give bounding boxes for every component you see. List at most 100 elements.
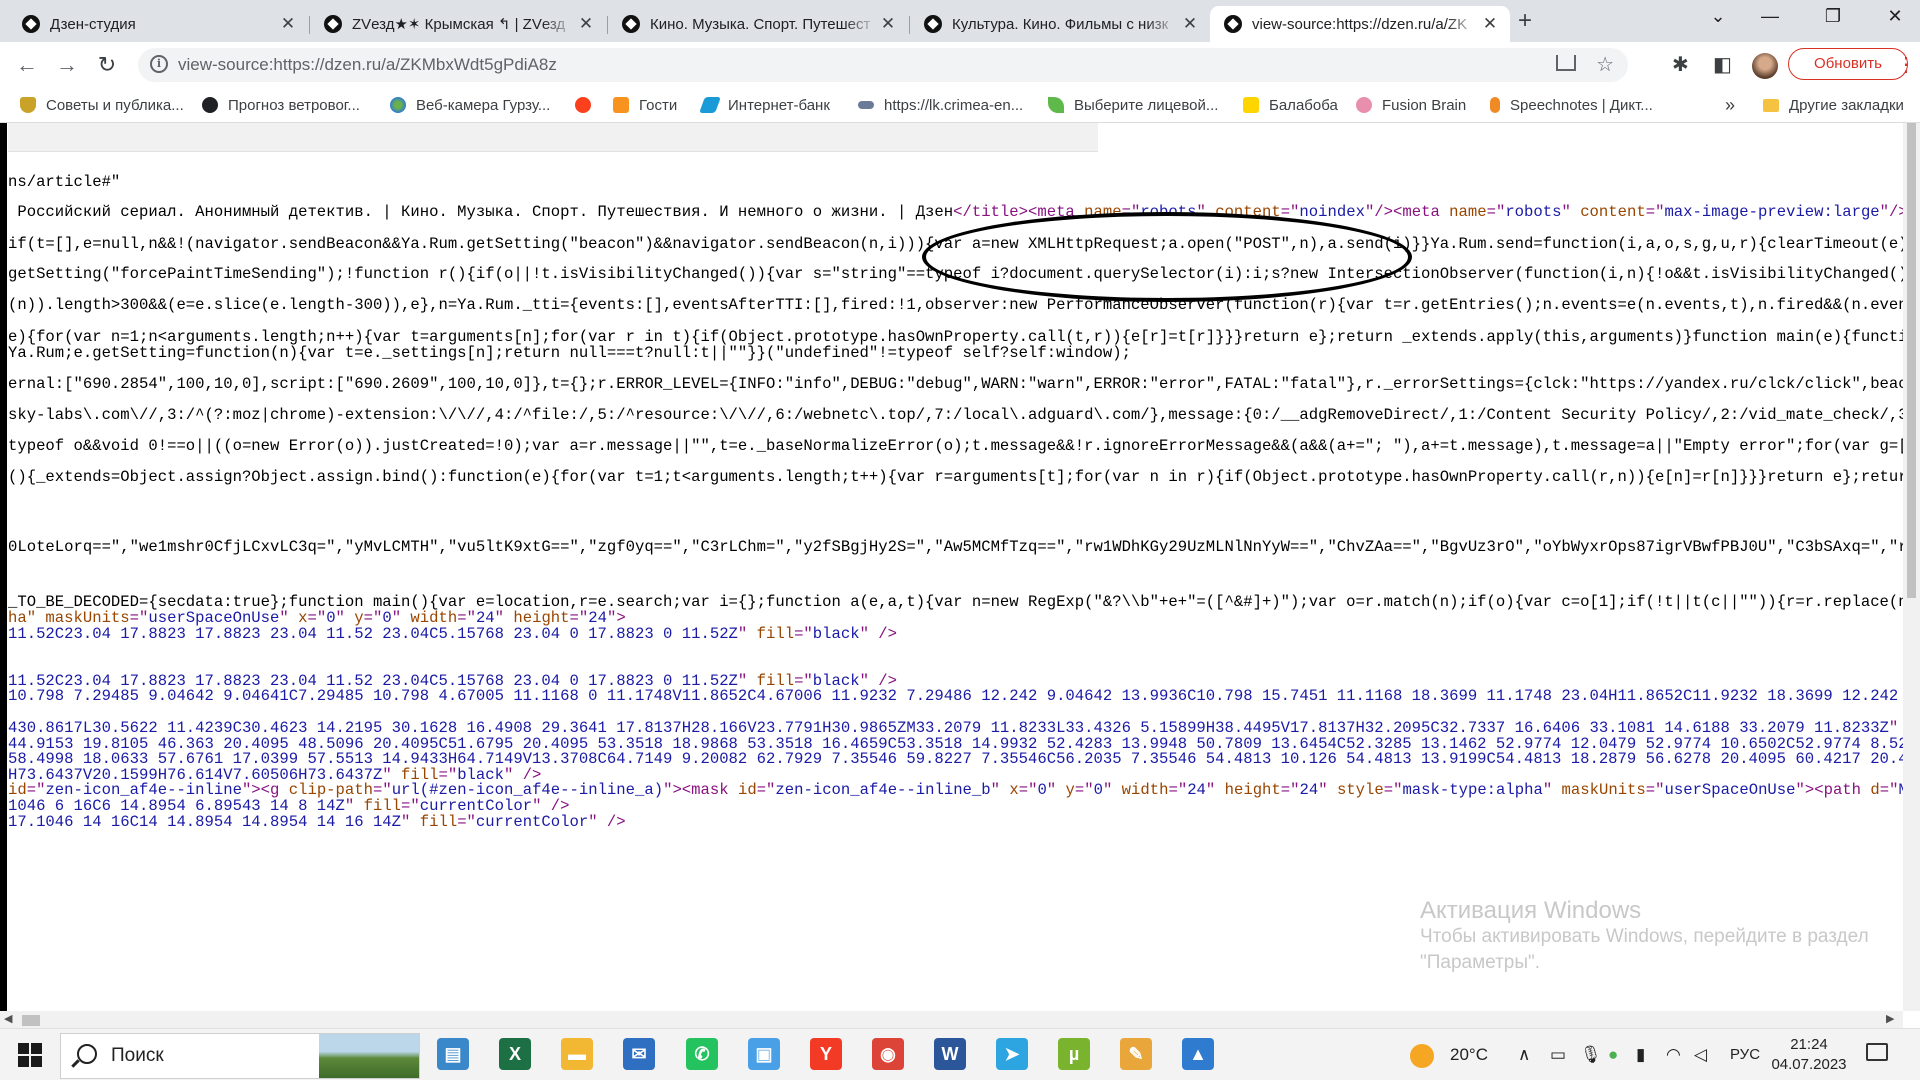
scroll-right-arrow-icon[interactable]: ▶ (1886, 1011, 1894, 1028)
wifi-icon[interactable]: ◠ (1666, 1029, 1681, 1080)
source-token: black (812, 625, 860, 643)
bookmark-webcam[interactable]: Веб-камера Гурзу... (390, 88, 550, 122)
vertical-scrollbar-thumb[interactable] (1907, 123, 1916, 598)
tab-kultura-kino[interactable]: Культура. Кино. Фильмы с низк ✕ (910, 6, 1210, 42)
taskbar: Поиск ▤ X ▬ ✉ ✆ ▣ Y ◉ W ➤ µ ✎ ▲ 20°C ∧ ▭ 🎙 ● ▮ ◠ ◁ Р… (0, 1028, 1920, 1080)
language-indicator[interactable]: РУС (1730, 1029, 1760, 1080)
close-icon[interactable]: ✕ (576, 14, 596, 34)
scroll-left-arrow-icon[interactable]: ◀ (4, 1011, 12, 1028)
source-token: 0 (1037, 781, 1047, 799)
browser-menu-icon[interactable]: ⋮ (1896, 52, 1916, 77)
bookmark-lk-crimea[interactable]: https://lk.crimea-en... (858, 88, 1023, 122)
annotation-ellipse (922, 212, 1412, 302)
source-line: 11.52C23.04 17.8823 17.8823 23.04 11.52 … (8, 625, 897, 643)
close-icon[interactable]: ✕ (278, 14, 298, 34)
compass-icon (202, 97, 218, 113)
tab-kino-muzyka[interactable]: Кино. Музыка. Спорт. Путешест ✕ (608, 6, 908, 42)
app-glyph: ▣ (755, 1044, 773, 1064)
telegram-icon[interactable]: ➤ (996, 1038, 1028, 1070)
volume-icon[interactable]: ◁ (1694, 1029, 1707, 1080)
bookmark-yandex[interactable] (575, 88, 601, 122)
tray-app-icon[interactable]: ● (1608, 1029, 1618, 1080)
bookmark-label: Балабоба (1269, 96, 1338, 114)
microphone-icon (1490, 97, 1500, 113)
back-button[interactable]: ← (12, 50, 42, 80)
file-explorer-icon[interactable]: ▤ (437, 1038, 469, 1070)
maximize-button[interactable]: ❐ (1813, 6, 1853, 27)
photos-icon[interactable]: ▲ (1182, 1038, 1214, 1070)
remote-desktop-icon[interactable]: ▣ (748, 1038, 780, 1070)
yandex-icon (575, 97, 591, 113)
bookmark-balaboba[interactable]: Балабоба (1243, 88, 1338, 122)
tab-search-chevron-icon[interactable]: ⌄ (1698, 6, 1738, 27)
chrome-icon[interactable]: ◉ (872, 1038, 904, 1070)
windows-start-icon[interactable] (18, 1043, 42, 1067)
folder-icon[interactable]: ▬ (561, 1038, 593, 1070)
horizontal-scrollbar[interactable]: ◀ ▶ (0, 1011, 1903, 1028)
app-glyph: ➤ (1004, 1044, 1020, 1064)
yandex-browser-icon[interactable]: Y (810, 1038, 842, 1070)
link-icon (858, 101, 874, 109)
source-token: ernal:["690.2854",100,10,0],script:["690… (8, 375, 1903, 393)
bookmark-star-icon[interactable]: ☆ (1596, 48, 1614, 82)
close-icon[interactable]: ✕ (878, 14, 898, 34)
notifications-icon[interactable] (1866, 1043, 1888, 1061)
new-tab-button[interactable]: + (1518, 6, 1532, 36)
vertical-scrollbar[interactable] (1903, 123, 1920, 1011)
weather-temperature[interactable]: 20°C (1450, 1029, 1488, 1080)
close-icon[interactable]: ✕ (1480, 14, 1500, 34)
other-bookmarks-folder[interactable]: Другие закладки (1763, 88, 1904, 122)
bookmark-label: Выберите лицевой... (1074, 96, 1219, 114)
close-icon[interactable]: ✕ (1180, 14, 1200, 34)
bookmark-gosti[interactable]: Гости (613, 88, 677, 122)
bookmarks-overflow-button[interactable]: » (1725, 88, 1735, 122)
weather-icon[interactable] (1410, 1029, 1434, 1080)
whatsapp-icon[interactable]: ✆ (686, 1038, 718, 1070)
horizontal-scrollbar-thumb[interactable] (22, 1015, 40, 1026)
tray-chevron-icon[interactable]: ∧ (1518, 1029, 1530, 1080)
tab-zvezd[interactable]: ZVезд★✶ Крымская ↰ | ZVезд ✕ (310, 6, 606, 42)
address-bar[interactable]: i view-source:https://dzen.ru/a/ZKMbxWdt… (138, 48, 1628, 82)
profile-avatar[interactable] (1752, 53, 1778, 79)
tab-view-source[interactable]: view-source:https://dzen.ru/a/ZK ✕ (1210, 6, 1510, 42)
reload-button[interactable]: ↻ (92, 50, 122, 80)
taskbar-search-box[interactable]: Поиск (60, 1033, 420, 1079)
tab-dzen-studio[interactable]: Дзен-студия ✕ (8, 6, 308, 42)
excel-icon[interactable]: X (499, 1038, 531, 1070)
bookmark-internet-bank[interactable]: Интернет-банк (699, 88, 830, 122)
source-token: fill (756, 625, 795, 643)
forward-button[interactable]: → (52, 50, 82, 80)
bookmark-sovety[interactable]: Советы и публика... (20, 88, 184, 122)
source-token: " (1561, 203, 1581, 221)
bookmark-prognoz[interactable]: Прогноз ветровог... (202, 88, 360, 122)
app-glyph: ✆ (694, 1044, 710, 1064)
url-text[interactable]: view-source:https://dzen.ru/a/ZKMbxWdt5g… (178, 48, 557, 82)
share-icon[interactable] (1556, 55, 1576, 71)
word-icon[interactable]: W (934, 1038, 966, 1070)
extensions-icon[interactable]: ✱ (1672, 52, 1689, 77)
bookmark-fusion-brain[interactable]: Fusion Brain (1356, 88, 1466, 122)
bookmark-speechnotes[interactable]: Speechnotes | Дикт... (1490, 88, 1653, 122)
tray-device-icon[interactable]: ▭ (1550, 1029, 1566, 1080)
minimize-button[interactable]: — (1750, 6, 1790, 27)
close-window-button[interactable]: ✕ (1875, 6, 1915, 27)
utorrent-icon[interactable]: µ (1058, 1038, 1090, 1070)
battery-icon[interactable]: ▮ (1636, 1029, 1645, 1080)
paint-icon[interactable]: ✎ (1120, 1038, 1152, 1070)
other-bookmarks-label: Другие закладки (1789, 96, 1904, 114)
update-button[interactable]: Обновить (1788, 48, 1908, 80)
source-token: 0 (1093, 781, 1103, 799)
source-token: 10.798 7.29485 9.04642 9.04641C7.29485 1… (8, 687, 1903, 705)
taskbar-clock[interactable]: 21:24 04.07.2023 (1769, 1035, 1849, 1075)
left-black-edge (0, 123, 7, 1011)
folder-icon (1763, 98, 1779, 112)
source-token: 24 (1187, 781, 1206, 799)
bookmark-licevoy[interactable]: Выберите лицевой... (1048, 88, 1218, 122)
source-line: ernal:["690.2854",100,10,0],script:["690… (8, 375, 1903, 393)
site-info-icon[interactable]: i (150, 55, 168, 73)
mail-icon[interactable]: ✉ (623, 1038, 655, 1070)
microphone-icon[interactable]: 🎙 (1580, 1029, 1602, 1080)
bookmark-label: Speechnotes | Дикт... (1510, 96, 1653, 114)
source-token: "/><meta (1364, 203, 1450, 221)
side-panel-icon[interactable]: ◧ (1713, 52, 1732, 77)
